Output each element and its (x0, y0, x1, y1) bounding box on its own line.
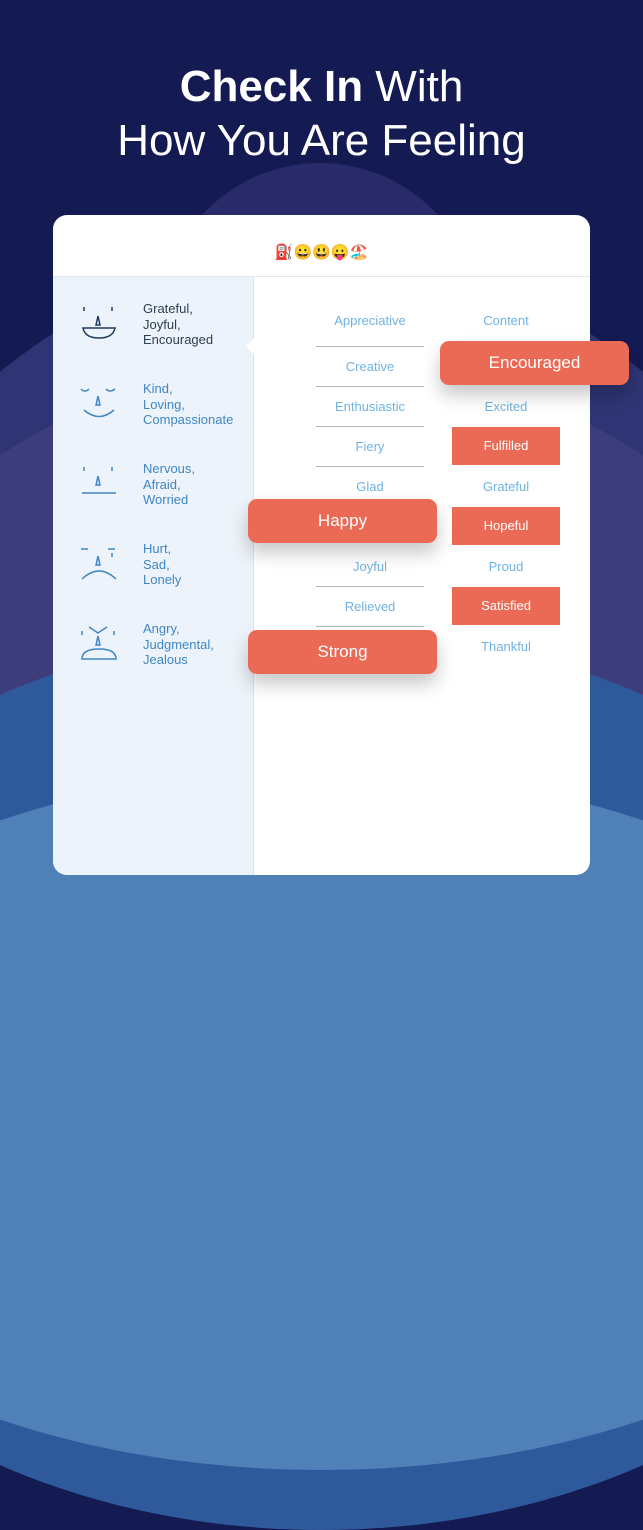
word-fulfilled[interactable]: Fulfilled (452, 427, 560, 465)
word-appreciative[interactable]: Appreciative (316, 307, 424, 347)
headline-rest: With (363, 62, 464, 111)
mood-item-grateful[interactable]: Grateful, Joyful, Encouraged (53, 301, 254, 371)
mood-line: Hurt, (143, 541, 172, 556)
app-card: ⛽😀😃😛🏖️ Grateful, Joyful, Encouraged Kind… (53, 215, 590, 875)
word-strong[interactable]: Strong (248, 630, 437, 674)
mood-line: Nervous, (143, 461, 196, 476)
mood-line: Joyful, (143, 316, 181, 332)
mood-line: Angry, (143, 621, 180, 636)
headline-line2: How You Are Feeling (117, 116, 526, 165)
headline-bold: Check In (179, 62, 364, 111)
mood-line: Compassionate (143, 412, 234, 427)
mood-line: Loving, (143, 396, 185, 412)
mood-line: Sad, (143, 556, 170, 572)
mood-item-nervous[interactable]: Nervous, Afraid, Worried (53, 461, 253, 531)
mood-line: Kind, (143, 381, 173, 396)
word-happy[interactable]: Happy (248, 499, 437, 543)
mood-item-kind[interactable]: Kind, Loving, Compassionate (53, 381, 253, 451)
word-satisfied[interactable]: Satisfied (452, 587, 560, 625)
word-creative[interactable]: Creative (316, 347, 424, 387)
mood-line: Grateful, (143, 301, 193, 316)
mood-item-hurt[interactable]: Hurt, Sad, Lonely (53, 541, 253, 611)
word-thankful[interactable]: Thankful (452, 627, 560, 667)
word-grateful[interactable]: Grateful (452, 467, 560, 507)
angry-face-icon (81, 626, 117, 660)
mood-line: Encouraged (143, 332, 214, 347)
mood-item-angry[interactable]: Angry, Judgmental, Jealous (53, 621, 253, 691)
word-column-left: Appreciative Creative Enthusiastic Fiery… (316, 307, 424, 627)
word-joyful[interactable]: Joyful (316, 547, 424, 587)
word-fiery[interactable]: Fiery (316, 427, 424, 467)
mood-line: Afraid, (143, 476, 181, 492)
content-face-icon (80, 388, 116, 418)
mood-sidebar: Grateful, Joyful, Encouraged Kind, Lovin… (53, 277, 254, 875)
mood-line: Judgmental, (143, 636, 214, 652)
mood-line: Jealous (143, 652, 188, 667)
happy-face-icon (82, 307, 116, 339)
card-header: ⛽😀😃😛🏖️ (53, 215, 590, 277)
sad-face-icon (81, 548, 117, 580)
word-enthusiastic[interactable]: Enthusiastic (316, 387, 424, 427)
selection-pointer (246, 338, 254, 354)
word-relieved[interactable]: Relieved (316, 587, 424, 627)
word-hopeful[interactable]: Hopeful (452, 507, 560, 545)
mood-line: Lonely (143, 572, 182, 587)
nervous-face-icon (82, 467, 116, 494)
emoji-title: ⛽😀😃😛🏖️ (274, 244, 369, 261)
word-proud[interactable]: Proud (452, 547, 560, 587)
headline: Check In With How You Are Feeling (0, 60, 643, 168)
word-encouraged[interactable]: Encouraged (440, 341, 629, 385)
word-excited[interactable]: Excited (452, 387, 560, 427)
background-arc (0, 770, 643, 1470)
mood-line: Worried (143, 492, 189, 507)
